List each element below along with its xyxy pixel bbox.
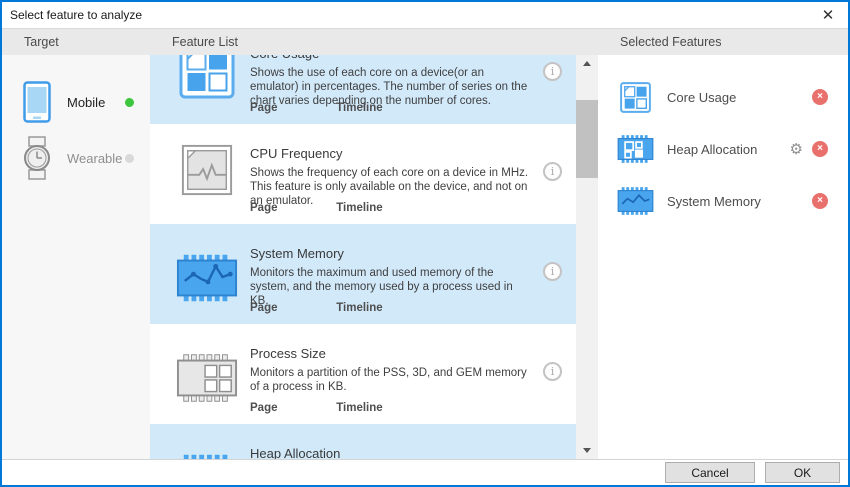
close-icon[interactable]: ✕	[814, 4, 842, 26]
scroll-down-button[interactable]	[576, 442, 598, 459]
title-bar: Select feature to analyze ✕	[2, 2, 848, 28]
dialog-content: Mobile Wearable	[2, 55, 848, 459]
feature-row-system-memory[interactable]: System Memory Monitors the maximum and u…	[150, 224, 576, 324]
system-memory-icon	[616, 186, 654, 216]
page-tag: Page	[250, 302, 333, 314]
target-panel: Mobile Wearable	[2, 55, 150, 459]
mobile-phone-icon	[22, 81, 52, 123]
feature-title: System Memory	[250, 246, 532, 261]
selected-features-panel: Core Usage ×	[598, 55, 848, 459]
scrollbar-thumb[interactable]	[576, 100, 598, 178]
target-item-mobile[interactable]: Mobile	[2, 75, 150, 129]
selected-feature-label: Heap Allocation	[667, 142, 757, 157]
dialog-footer: Cancel OK	[2, 459, 848, 485]
core-usage-icon	[164, 55, 250, 124]
page-tag: Page	[250, 102, 333, 114]
feature-title: CPU Frequency	[250, 146, 532, 161]
ok-button[interactable]: OK	[765, 462, 840, 483]
feature-list-header: Feature List	[172, 35, 238, 49]
timeline-tag: Timeline	[336, 102, 382, 114]
feature-row-cpu-frequency[interactable]: CPU Frequency Shows the frequency of eac…	[150, 124, 576, 224]
selected-item-core-usage: Core Usage ×	[598, 81, 848, 113]
selected-feature-label: Core Usage	[667, 90, 736, 105]
core-usage-icon	[616, 82, 654, 113]
heap-allocation-icon	[616, 134, 654, 164]
dialog-title: Select feature to analyze	[10, 8, 142, 22]
page-tag: Page	[250, 202, 333, 214]
scroll-up-button[interactable]	[576, 55, 598, 72]
heap-allocation-icon	[164, 446, 250, 459]
status-dot-gray	[125, 154, 134, 163]
timeline-tag: Timeline	[336, 402, 382, 414]
info-icon[interactable]: i	[543, 262, 562, 281]
remove-icon[interactable]: ×	[812, 141, 828, 157]
feature-row-core-usage[interactable]: Core Usage Shows the use of each core on…	[150, 55, 576, 124]
cpu-frequency-icon	[164, 146, 250, 224]
feature-list: Core Usage Shows the use of each core on…	[150, 55, 576, 459]
feature-tags: Page Timeline	[250, 202, 383, 214]
feature-title: Core Usage	[250, 55, 532, 61]
selected-features-header: Selected Features	[620, 35, 721, 49]
feature-list-scrollbar[interactable]	[576, 55, 598, 459]
target-label: Wearable	[67, 151, 122, 166]
feature-tags: Page Timeline	[250, 102, 383, 114]
remove-icon[interactable]: ×	[812, 193, 828, 209]
cancel-button[interactable]: Cancel	[665, 462, 755, 483]
section-header-strip: Target Feature List Selected Features	[2, 28, 848, 55]
timeline-tag: Timeline	[336, 302, 382, 314]
target-label: Mobile	[67, 95, 105, 110]
selected-item-system-memory: System Memory ×	[598, 185, 848, 217]
feature-row-process-size[interactable]: Process Size Monitors a partition of the…	[150, 324, 576, 424]
info-icon[interactable]: i	[543, 162, 562, 181]
feature-title: Process Size	[250, 346, 532, 361]
feature-tags: Page Timeline	[250, 402, 383, 414]
feature-description: Monitors a partition of the PSS, 3D, and…	[250, 366, 532, 394]
page-tag: Page	[250, 402, 333, 414]
arrow-up-icon	[583, 61, 591, 66]
feature-tags: Page Timeline	[250, 302, 383, 314]
target-header: Target	[24, 35, 59, 49]
status-dot-green	[125, 98, 134, 107]
remove-icon[interactable]: ×	[812, 89, 828, 105]
timeline-tag: Timeline	[336, 202, 382, 214]
arrow-down-icon	[583, 448, 591, 453]
dialog-select-feature: Select feature to analyze ✕ Target Featu…	[0, 0, 850, 487]
settings-gear-icon[interactable]: ⚙	[790, 142, 803, 157]
feature-title: Heap Allocation	[250, 446, 532, 459]
info-icon[interactable]: i	[543, 362, 562, 381]
wearable-watch-icon	[22, 136, 52, 180]
feature-row-heap-allocation[interactable]: Heap Allocation	[150, 424, 576, 459]
selected-feature-label: System Memory	[667, 194, 761, 209]
process-size-icon	[164, 346, 250, 424]
target-item-wearable[interactable]: Wearable	[2, 131, 150, 185]
selected-item-heap-allocation: Heap Allocation ⚙ ×	[598, 133, 848, 165]
info-icon[interactable]: i	[543, 62, 562, 81]
system-memory-icon	[164, 246, 250, 324]
